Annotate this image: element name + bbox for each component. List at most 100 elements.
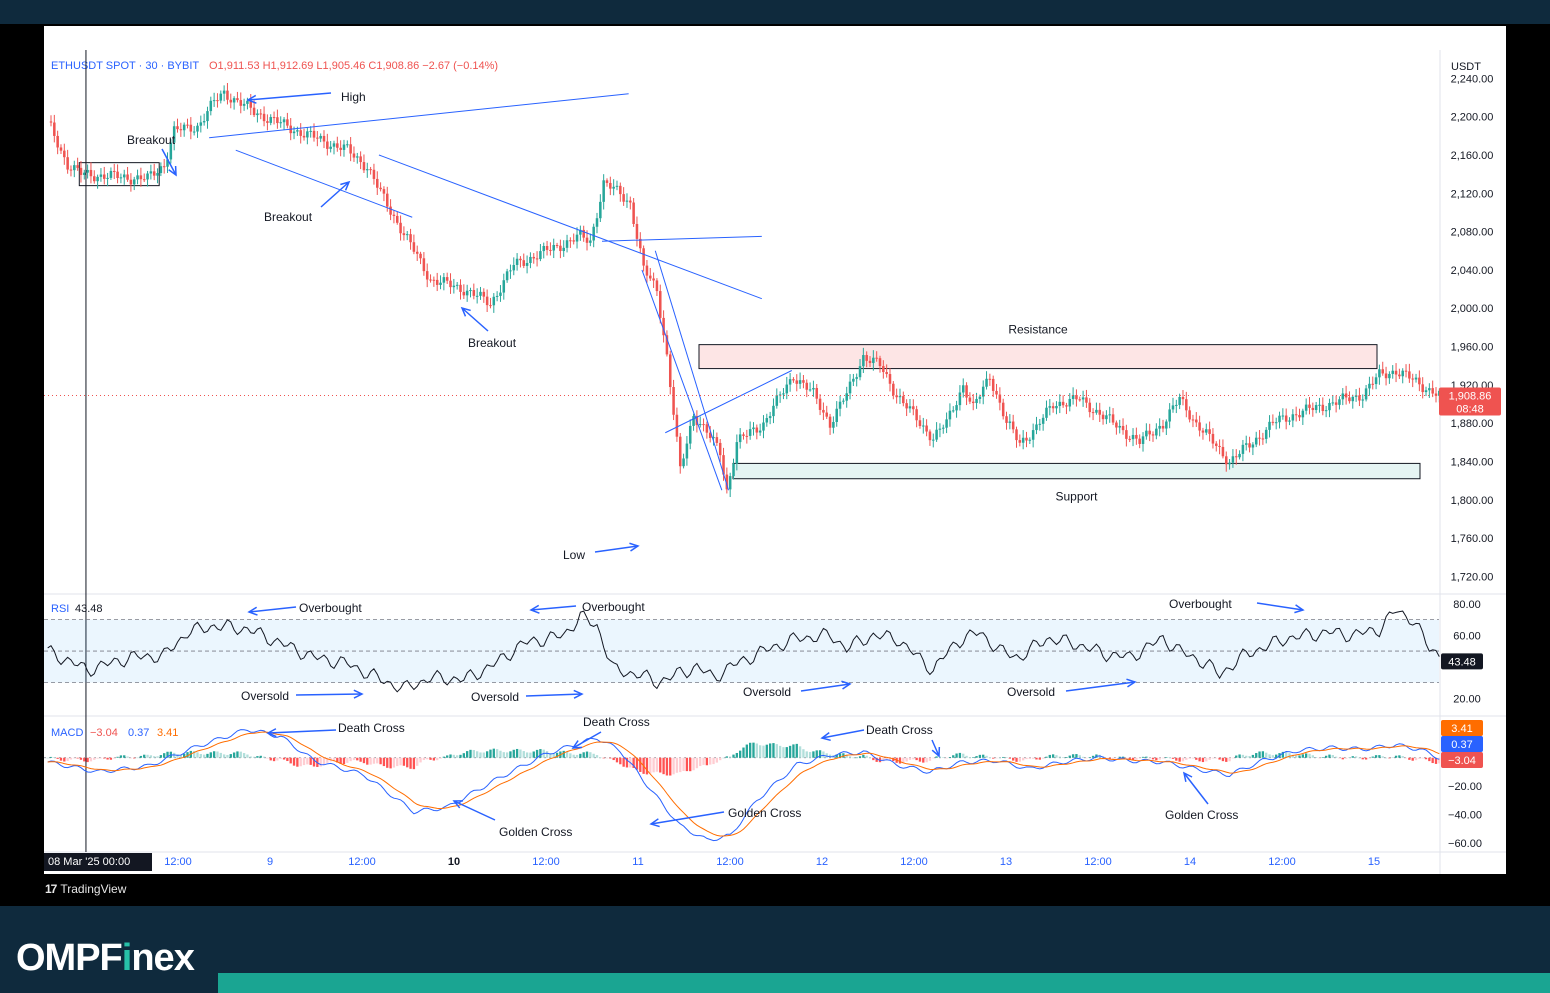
candle-body (605, 180, 609, 183)
candle-body (668, 354, 672, 388)
macd-histogram-bar (1331, 755, 1334, 758)
macd-histogram-bar (46, 757, 49, 759)
candle-body (1031, 430, 1035, 440)
macd-histogram-bar (1261, 751, 1265, 758)
macd-histogram-bar (712, 757, 715, 765)
macd-histogram-bar (472, 750, 475, 758)
candle-body (815, 387, 819, 399)
macd-histogram-bar (256, 756, 259, 758)
candle-body (449, 280, 452, 288)
time-tick-label: 12:00 (348, 856, 376, 868)
macd-histogram-bar (1431, 757, 1434, 764)
macd-histogram-bar (1205, 757, 1208, 762)
breakout-annotation-2: Breakout (264, 210, 313, 224)
breakout-annotation-3: Breakout (468, 336, 517, 350)
candle-body (329, 146, 332, 149)
macd-histogram-bar (63, 757, 66, 762)
macd-histogram-bar (1045, 756, 1048, 758)
trend-line (209, 93, 629, 139)
macd-histogram-bar (785, 747, 788, 758)
macd-histogram-bar (1061, 757, 1065, 758)
candle-body (399, 222, 402, 234)
candle-body (1231, 456, 1235, 463)
macd-histogram-bar (56, 757, 59, 759)
candle-body (1264, 429, 1268, 439)
macd-histogram-bar (715, 757, 719, 763)
candle-body (539, 251, 542, 260)
candle-body (336, 143, 339, 148)
macd-histogram-bar (975, 756, 978, 758)
candle-body (429, 279, 432, 281)
macd-histogram-bar (1394, 755, 1398, 758)
macd-histogram-bar (699, 757, 702, 767)
candle-body (53, 122, 56, 136)
macd-histogram-bar (795, 743, 798, 758)
time-tick-label: 11 (632, 856, 643, 868)
macd-histogram-bar (1378, 755, 1381, 758)
price-tick-label: 2,000.00 (1451, 303, 1494, 315)
macd-histogram-bar (988, 757, 992, 759)
macd-histogram-bar (106, 757, 109, 760)
macd-histogram-bar (409, 757, 412, 769)
candle-body (688, 425, 692, 444)
rsi-value-readout: 43.48 (75, 603, 103, 615)
macd-histogram-bar (868, 757, 872, 759)
trend-line (235, 149, 413, 218)
overbought-annotation-3: Overbought (1169, 597, 1232, 611)
macd-histogram-bar (1068, 755, 1071, 758)
candle-body (475, 295, 479, 297)
chart-svg[interactable]: ETHUSDT SPOT · 30 · BYBIT O1,911.53 H1,91… (44, 50, 1506, 874)
candle-body (985, 378, 988, 387)
macd-histogram-bar (396, 757, 399, 767)
macd-histogram-bar (1241, 754, 1245, 758)
candle-body (652, 278, 655, 281)
death-cross-annotation-2: Death Cross (583, 715, 650, 729)
candle-body (975, 398, 978, 404)
macd-histogram-bar (1025, 757, 1028, 760)
candle-body (1145, 430, 1148, 437)
macd-histogram-bar (369, 757, 372, 765)
macd-histogram-bar (1048, 754, 1051, 758)
candle-body (1108, 414, 1111, 416)
candle-body (882, 366, 885, 373)
time-tick-label: 12:00 (1268, 856, 1296, 868)
candle-body (309, 130, 312, 132)
candle-body (585, 237, 589, 243)
candle-body (1175, 404, 1178, 406)
macd-histogram-bar (758, 745, 762, 758)
candle-body (902, 396, 905, 404)
macd-histogram-bar (456, 755, 459, 758)
candle-body (186, 124, 189, 126)
macd-histogram-bar (1078, 755, 1081, 758)
macd-histogram-bar (379, 757, 382, 765)
macd-histogram-bar (1208, 757, 1211, 760)
macd-histogram-bar (985, 755, 988, 758)
candle-body (469, 290, 472, 292)
support-zone (732, 462, 1421, 480)
candle-body (296, 130, 299, 132)
candle-body (465, 290, 469, 296)
candle-body (1251, 444, 1255, 448)
candle-body (1148, 430, 1151, 435)
candle-body (1135, 434, 1138, 439)
candle-body (1168, 409, 1171, 422)
macd-histogram-bar (356, 757, 359, 761)
candle-body (958, 392, 962, 406)
death-cross-annotation-1: Death Cross (338, 721, 405, 735)
currency-label: USDT (1451, 61, 1481, 73)
candle-body (649, 275, 652, 279)
candle-body (282, 119, 286, 123)
candle-body (758, 430, 762, 433)
candle-body (559, 245, 562, 252)
macd-histogram-bar (808, 752, 812, 758)
oversold-annotation-3: Oversold (743, 685, 791, 699)
candle-body (502, 280, 506, 293)
macd-histogram-bar (655, 757, 659, 772)
candle-body (1411, 378, 1414, 380)
candle-body (119, 177, 123, 179)
macd-histogram-bar (775, 744, 778, 758)
candle-body (612, 186, 615, 189)
candle-body (482, 291, 486, 297)
macd-histogram-bar (113, 757, 116, 759)
macd-histogram-bar (592, 753, 595, 758)
